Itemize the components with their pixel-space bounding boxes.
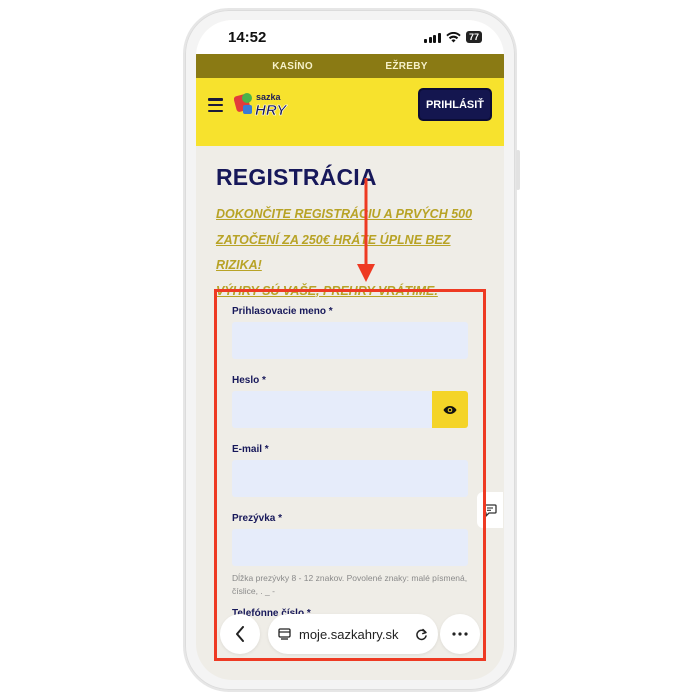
logo-text-bottom: HRY <box>255 102 288 119</box>
annotation-arrow <box>357 178 375 282</box>
wifi-icon <box>446 31 461 42</box>
cellular-signal-icon <box>424 32 441 43</box>
phone-side-button <box>516 150 520 190</box>
nav-item-kasino[interactable]: KASÍNO <box>272 61 313 72</box>
site-header: sazka HRY PRIHLÁSIŤ <box>196 78 504 146</box>
battery-icon: 77 <box>465 31 482 43</box>
status-bar: 14:52 77 <box>196 20 504 54</box>
annotation-highlight-box <box>214 289 486 661</box>
sazka-hry-logo[interactable]: sazka HRY <box>234 89 296 119</box>
hamburger-menu-icon[interactable] <box>208 98 223 112</box>
status-icons: 77 <box>424 31 482 43</box>
page-title: REGISTRÁCIA <box>216 164 377 190</box>
nav-item-ezreby[interactable]: EŽREBY <box>385 61 427 72</box>
login-button[interactable]: PRIHLÁSIŤ <box>418 88 492 121</box>
top-category-nav: KASÍNO EŽREBY <box>196 54 504 78</box>
status-time: 14:52 <box>228 28 267 46</box>
logo-text-top: sazka <box>256 92 282 102</box>
